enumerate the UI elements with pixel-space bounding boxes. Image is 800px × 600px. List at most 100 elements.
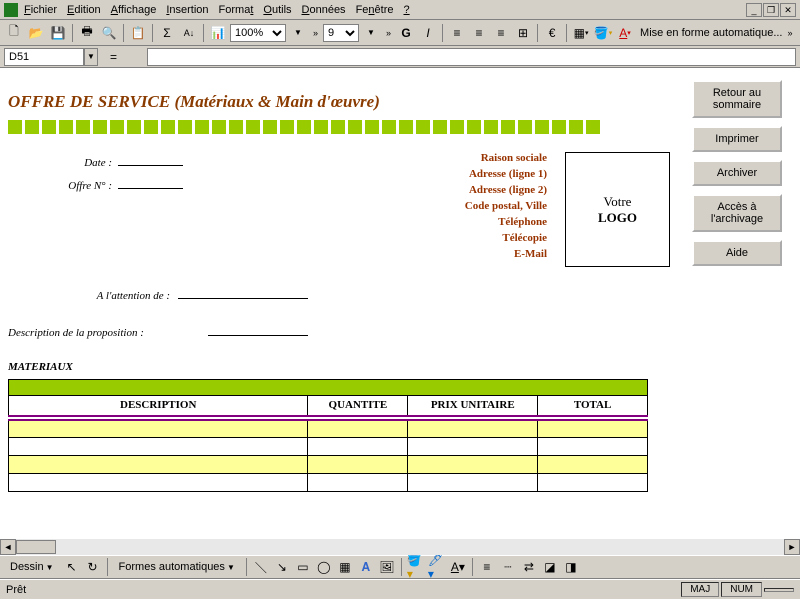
sort-icon[interactable]: A↓ [179,23,199,43]
dash-style-icon[interactable]: ┈ [499,558,517,576]
scroll-left-icon[interactable]: ◄ [0,539,16,555]
font-color2-icon[interactable]: A▾ [449,558,467,576]
scroll-right-icon[interactable]: ► [784,539,800,555]
menu-file[interactable]: Fichier [24,4,57,16]
scroll-thumb[interactable] [16,540,56,554]
bold-icon[interactable]: G [396,23,416,43]
merge-icon[interactable]: ⊞ [513,23,533,43]
col-unit-price: PRIX UNITAIRE [408,396,538,416]
status-ready: Prêt [6,584,26,596]
table-header-accent [9,380,648,396]
menu-format[interactable]: Format [219,4,254,16]
menu-data[interactable]: Données [302,4,346,16]
fontsize-combo[interactable]: 9 [323,24,359,42]
sheet-area[interactable]: OFFRE DE SERVICE (Matériaux & Main d'œuv… [8,72,670,539]
autoformat-button[interactable]: Mise en forme automatique... [640,27,782,39]
paste-icon[interactable]: 📋 [128,23,148,43]
save-icon[interactable]: 💾 [48,23,68,43]
zoom-dropdown-icon[interactable]: ▼ [288,23,308,43]
shadow-icon[interactable]: ◪ [541,558,559,576]
scroll-track[interactable] [16,539,784,555]
select-icon[interactable]: ↖ [63,558,81,576]
align-center-icon[interactable]: ≡ [469,23,489,43]
wordart-icon[interactable]: 𝐀 [357,558,375,576]
rotate-icon[interactable]: ↻ [84,558,102,576]
rectangle-icon[interactable]: ▭ [294,558,312,576]
restore-button[interactable]: ❐ [763,3,779,17]
archive-button[interactable]: Archiver [692,160,782,186]
zoom-combo[interactable]: 100% [230,24,286,42]
table-row[interactable] [9,420,648,438]
autosum-icon[interactable]: Σ [157,23,177,43]
print-button[interactable]: Imprimer [692,126,782,152]
align-right-icon[interactable]: ≡ [491,23,511,43]
doc-title: OFFRE DE SERVICE (Matériaux & Main d'œuv… [8,92,670,112]
table-row[interactable] [9,474,648,492]
chart-icon[interactable]: 📊 [208,23,228,43]
fontsize-dropdown-icon[interactable]: ▼ [361,23,381,43]
autoshapes-menu[interactable]: Formes automatiques ▼ [113,558,241,576]
name-box-value: D51 [9,51,29,63]
description-field[interactable] [208,322,308,336]
3d-icon[interactable]: ◨ [562,558,580,576]
fill-color2-icon[interactable]: 🪣▾ [407,558,425,576]
print-icon[interactable]: 🖶 [77,23,97,43]
formula-equals-icon[interactable]: = [110,50,117,64]
date-field[interactable] [118,152,183,166]
company-phone: Téléphone [198,216,547,228]
arrow-icon[interactable]: ↘ [273,558,291,576]
oval-icon[interactable]: ◯ [315,558,333,576]
horizontal-scrollbar[interactable]: ◄ ► [0,539,800,555]
clipart-icon[interactable]: 🖼 [378,558,396,576]
green-separator [8,120,670,134]
menu-window[interactable]: Fenêtre [356,4,394,16]
col-description: DESCRIPTION [9,396,308,416]
open-icon[interactable]: 📂 [26,23,46,43]
preview-icon[interactable]: 🔍 [99,23,119,43]
line-color-icon[interactable]: 🖊▾ [428,558,446,576]
align-left-icon[interactable]: ≡ [447,23,467,43]
company-fax: Télécopie [198,232,547,244]
draw-menu[interactable]: Dessin ▼ [4,558,60,576]
attention-label: A l'attention de : [8,290,178,302]
name-box[interactable]: D51 [4,48,84,66]
col-quantity: QUANTITE [308,396,408,416]
menu-view[interactable]: Affichage [111,4,157,16]
minimize-button[interactable]: _ [746,3,762,17]
formula-input[interactable] [147,48,796,66]
app-icon [4,3,18,17]
borders-icon[interactable]: ▦▾ [571,23,591,43]
arrow-style-icon[interactable]: ⇄ [520,558,538,576]
name-box-dropdown-icon[interactable]: ▼ [84,48,98,66]
menu-insert[interactable]: Insertion [166,4,208,16]
line-style-icon[interactable]: ≡ [478,558,496,576]
logo-placeholder: Votre LOGO [565,152,670,267]
close-button[interactable]: ✕ [780,3,796,17]
currency-icon[interactable]: € [542,23,562,43]
company-name: Raison sociale [198,152,547,164]
company-addr2: Adresse (ligne 2) [198,184,547,196]
menu-help[interactable]: ? [404,4,410,16]
materials-heading: MATERIAUX [8,361,670,373]
toolbar-overflow2-icon[interactable]: » [386,28,391,38]
new-icon[interactable]: 🗋 [4,23,24,43]
table-row[interactable] [9,438,648,456]
menu-tools[interactable]: Outils [263,4,291,16]
attention-field[interactable] [178,285,308,299]
formula-bar-row: D51 ▼ = [0,46,800,68]
italic-icon[interactable]: I [418,23,438,43]
access-archive-button[interactable]: Accès à l'archivage [692,194,782,232]
toolbar-overflow3-icon[interactable]: » [788,28,793,38]
toolbar-overflow-icon[interactable]: » [313,28,318,38]
back-to-summary-button[interactable]: Retour au sommaire [692,80,782,118]
table-row[interactable] [9,456,648,474]
offer-label: Offre N° : [8,180,118,192]
line-icon[interactable]: ＼ [252,558,270,576]
textbox-icon[interactable]: ▦ [336,558,354,576]
font-color-icon[interactable]: A▾ [615,23,635,43]
menu-edit[interactable]: Edition [67,4,101,16]
status-num: NUM [721,582,762,597]
fill-color-icon[interactable]: 🪣▾ [593,23,613,43]
help-button[interactable]: Aide [692,240,782,266]
offer-field[interactable] [118,175,183,189]
